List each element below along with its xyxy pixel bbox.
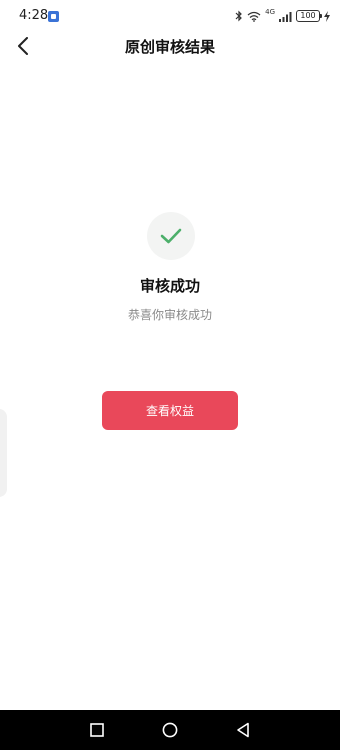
triangle-back-icon [237, 722, 249, 738]
status-time: 4:28 [19, 8, 49, 23]
result-subtitle: 恭喜你审核成功 [127, 308, 212, 322]
home-button[interactable] [160, 720, 180, 740]
status-icons: 4G 100 [235, 8, 330, 23]
network-type: 4G [265, 8, 275, 16]
system-navigation-bar [0, 710, 340, 750]
circle-icon [162, 722, 178, 738]
square-icon [90, 723, 104, 737]
battery-icon: 100 [296, 10, 322, 22]
charging-icon [324, 10, 330, 22]
nav-bar: 原创审核结果 [0, 32, 340, 60]
wifi-icon [247, 11, 261, 22]
app-notification-icon [48, 11, 59, 22]
view-benefits-button[interactable]: 查看权益 [102, 391, 238, 430]
result-title: 审核成功 [139, 277, 200, 295]
bluetooth-icon [235, 10, 242, 22]
status-bar: 4:28 4G 100 [0, 0, 340, 32]
floating-edge-handle[interactable] [0, 409, 7, 497]
page-title: 原创审核结果 [124, 38, 215, 56]
screen: 4:28 4G 100 原创审核结果 审核成功 恭喜你审核成功 查看权益 [0, 0, 340, 750]
battery-level: 100 [300, 11, 316, 20]
recents-button[interactable] [87, 720, 107, 740]
system-back-button[interactable] [233, 720, 253, 740]
success-indicator [147, 212, 195, 260]
check-icon [160, 228, 182, 244]
signal-icon [279, 11, 292, 22]
